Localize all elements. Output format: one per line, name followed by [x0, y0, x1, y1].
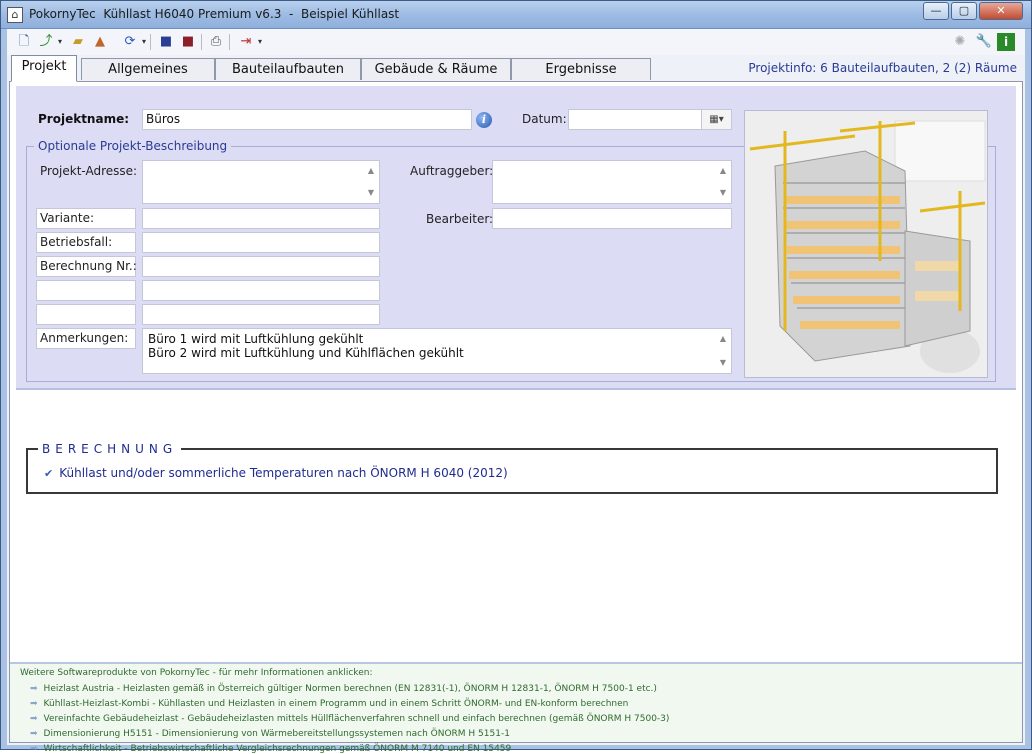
title-bar: ⌂ PokornyTec Kühllast H6040 Premium v6.3… — [1, 1, 1031, 29]
arrow-right-icon: ➡ — [30, 699, 38, 709]
toolbar-separator — [150, 34, 151, 50]
variante-label[interactable]: Variante: — [36, 208, 136, 229]
tab-allgemeines[interactable]: Allgemeines — [81, 58, 215, 80]
info-icon[interactable]: i — [997, 33, 1015, 51]
window-title: PokornyTec Kühllast H6040 Premium v6.3 -… — [29, 7, 400, 21]
chevron-down-icon[interactable]: ▾ — [251, 33, 269, 51]
chevron-down-icon[interactable]: ▾ — [51, 33, 69, 51]
info-icon[interactable]: i — [476, 112, 492, 128]
calendar-dropdown-icon[interactable]: ▦▾ — [701, 110, 731, 129]
app-icon: ⌂ — [7, 7, 23, 23]
custom-label-1[interactable] — [36, 280, 136, 301]
minimize-button[interactable]: — — [923, 2, 949, 20]
product-link-kuehllast-heizlast-kombi[interactable]: ➡ Kühllast-Heizlast-Kombi - Kühllasten un… — [30, 699, 628, 709]
arrow-right-icon: ➡ — [30, 744, 38, 754]
toolbar-separator — [229, 34, 230, 50]
toolbar-separator — [201, 34, 202, 50]
variante-input[interactable] — [142, 208, 380, 229]
berechnung-option-label: Kühllast und/oder sommerliche Temperatur… — [59, 466, 508, 480]
footer-header: Weitere Softwareprodukte von PokornyTec … — [20, 668, 373, 678]
open-folder-icon[interactable]: ▰ — [69, 33, 87, 51]
datum-input[interactable]: ▦▾ — [568, 109, 732, 130]
product-link-vereinfachte-gebaeudeheizlast[interactable]: ➡ Vereinfachte Gebäudeheizlast - Gebäudeh… — [30, 714, 669, 724]
projektname-label: Projektname: — [38, 112, 130, 126]
tab-ergebnisse[interactable]: Ergebnisse — [511, 58, 651, 80]
arrow-right-icon: ➡ — [30, 684, 38, 694]
custom-input-2[interactable] — [142, 304, 380, 325]
projekt-adresse-label: Projekt-Adresse: — [40, 164, 138, 178]
scrollbar[interactable]: ▲ ▼ — [715, 161, 731, 203]
projektname-input[interactable]: Büros — [142, 109, 472, 130]
berechnung-title: BERECHNUNG — [38, 442, 182, 456]
print-icon[interactable]: ⎙ — [207, 33, 225, 51]
close-button[interactable]: ✕ — [979, 2, 1023, 20]
building-photo — [744, 110, 988, 378]
scrollbar[interactable]: ▲ ▼ — [363, 161, 379, 203]
betriebsfall-label[interactable]: Betriebsfall: — [36, 232, 136, 253]
auftraggeber-label: Auftraggeber: — [410, 164, 494, 178]
scrollbar[interactable]: ▲ ▼ — [715, 329, 731, 373]
projektinfo-text[interactable]: Projektinfo: 6 Bauteilaufbauten, 2 (2) R… — [748, 61, 1017, 75]
bearbeiter-input[interactable] — [492, 208, 732, 229]
berechnung-nr-label[interactable]: Berechnung Nr.: — [36, 256, 137, 277]
new-file-icon[interactable]: 🗋 — [15, 33, 33, 51]
anmerkungen-textarea[interactable]: Büro 1 wird mit Luftkühlung gekühlt Büro… — [142, 328, 732, 374]
product-link-heizlast-austria[interactable]: ➡ Heizlast Austria - Heizlasten gemäß in … — [30, 684, 657, 694]
client-area: 🗋 ⤴ ▾ ▰ ▲ ⟳ ▾ ■ ■ ⎙ ⇥ ▾ ✺ 🔧 i Projekt Al… — [7, 29, 1025, 754]
arrow-right-icon: ➡ — [30, 729, 38, 739]
berechnung-option[interactable]: ✔ Kühllast und/oder sommerliche Temperatu… — [44, 466, 508, 480]
save-all-icon[interactable]: ■ — [179, 33, 197, 51]
custom-input-1[interactable] — [142, 280, 380, 301]
arrow-right-icon: ➡ — [30, 714, 38, 724]
wrench-icon[interactable]: 🔧 — [975, 33, 993, 51]
product-link-dimensionierung-h5151[interactable]: ➡ Dimensionierung H5151 - Dimensionierung… — [30, 729, 510, 739]
anmerkungen-line: Büro 2 wird mit Luftkühlung und Kühlfläc… — [148, 346, 464, 360]
berechnung-nr-input[interactable] — [142, 256, 380, 277]
group-title: Optionale Projekt-Beschreibung — [34, 139, 232, 153]
tab-gebaeude-raeume[interactable]: Gebäude & Räume — [361, 58, 511, 80]
save-icon[interactable]: ■ — [157, 33, 175, 51]
checkmark-icon: ✔ — [44, 467, 54, 480]
import-icon[interactable]: ▲ — [91, 33, 109, 51]
custom-label-2[interactable] — [36, 304, 136, 325]
anmerkungen-label[interactable]: Anmerkungen: — [36, 328, 136, 349]
product-link-wirtschaftlichkeit[interactable]: ➡ Wirtschaftlichkeit - Betriebswirtschaft… — [30, 744, 511, 754]
tab-projekt[interactable]: Projekt — [11, 55, 77, 82]
datum-label: Datum: — [522, 112, 567, 126]
tab-bauteilaufbauten[interactable]: Bauteilaufbauten — [215, 58, 361, 80]
projekt-adresse-textarea[interactable]: ▲ ▼ — [142, 160, 380, 204]
betriebsfall-input[interactable] — [142, 232, 380, 253]
anmerkungen-line: Büro 1 wird mit Luftkühlung gekühlt — [148, 332, 364, 346]
cycle-icon[interactable]: ✺ — [951, 33, 969, 51]
app-window: ⌂ PokornyTec Kühllast H6040 Premium v6.3… — [0, 0, 1032, 754]
auftraggeber-textarea[interactable]: ▲ ▼ — [492, 160, 732, 204]
product-links-footer: Weitere Softwareprodukte von PokornyTec … — [10, 662, 1022, 754]
toolbar: 🗋 ⤴ ▾ ▰ ▲ ⟳ ▾ ■ ■ ⎙ ⇥ ▾ ✺ 🔧 i — [7, 29, 1025, 55]
projekt-tab-page: Projektname: Büros i Datum: ▦▾ Optionale… — [9, 81, 1023, 754]
maximize-button[interactable]: ▢ — [951, 2, 977, 20]
bearbeiter-label: Bearbeiter: — [426, 212, 494, 226]
